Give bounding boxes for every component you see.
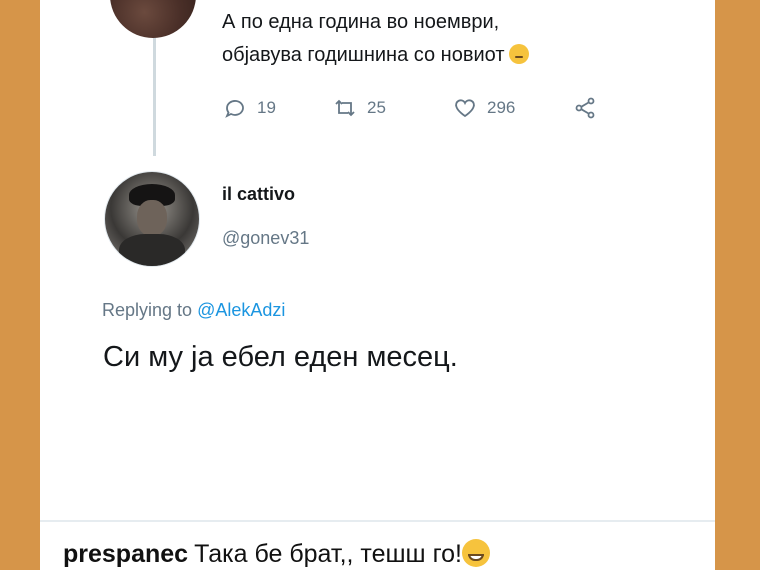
thread-line bbox=[153, 28, 156, 156]
parent-tweet-line-1: А по една година во ноември, bbox=[222, 11, 500, 33]
replying-to-label: Replying to bbox=[102, 300, 193, 320]
display-name[interactable]: il cattivo bbox=[222, 184, 295, 205]
replying-to: Replying to @AlekAdzi bbox=[102, 300, 285, 321]
reply-tweet-text: Си му ја ебел еден месец. bbox=[103, 341, 458, 373]
share-button[interactable] bbox=[573, 96, 597, 120]
replying-to-mention[interactable]: @AlekAdzi bbox=[197, 300, 285, 320]
tweet-card: А по една година во ноември, објавува го… bbox=[40, 0, 715, 570]
post-caption: prespanec Така бе брат,, тешш го! bbox=[63, 539, 490, 569]
thinking-face-emoji-icon bbox=[508, 44, 529, 64]
caption-text: Така бе брат,, тешш го! bbox=[194, 540, 462, 568]
reply-avatar[interactable] bbox=[104, 171, 200, 267]
parent-tweet-line-2: објавува годишнина со новиот bbox=[222, 39, 529, 72]
parent-tweet-text: А по една година во ноември, објавува го… bbox=[222, 6, 529, 72]
caption-username[interactable]: prespanec bbox=[63, 540, 188, 568]
user-handle[interactable]: @gonev31 bbox=[222, 228, 309, 249]
parent-tweet-line-2-text: објавува годишнина со новиот bbox=[222, 44, 505, 66]
tweet-actions: 19 25 296 bbox=[223, 95, 597, 121]
avatar-face bbox=[137, 200, 167, 236]
retweet-icon bbox=[335, 99, 355, 117]
parent-avatar[interactable] bbox=[110, 0, 196, 38]
retweet-count: 25 bbox=[367, 98, 386, 117]
avatar-body bbox=[119, 234, 185, 266]
heart-icon bbox=[455, 99, 475, 118]
grinning-sweat-emoji-icon bbox=[461, 539, 490, 567]
reply-button[interactable]: 19 bbox=[223, 96, 333, 120]
reply-icon bbox=[225, 100, 244, 118]
divider bbox=[40, 520, 715, 522]
reply-count: 19 bbox=[257, 98, 276, 117]
like-button[interactable]: 296 bbox=[453, 96, 573, 120]
share-icon bbox=[575, 97, 595, 119]
retweet-button[interactable]: 25 bbox=[333, 96, 453, 120]
like-count: 296 bbox=[487, 98, 516, 117]
chevron-down-icon[interactable] bbox=[712, 188, 715, 204]
